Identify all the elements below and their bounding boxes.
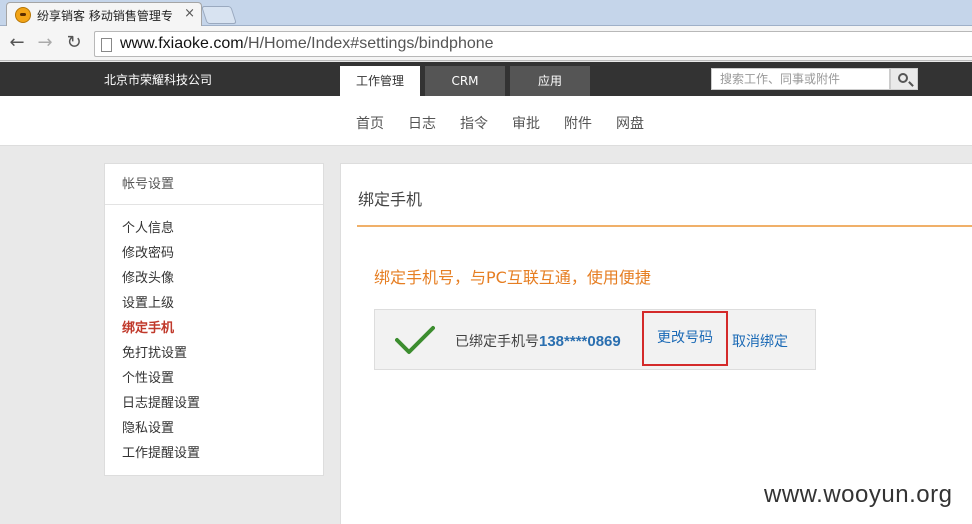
search-button[interactable] bbox=[890, 68, 918, 90]
sidebar-item-set-superior[interactable]: 设置上级 bbox=[105, 291, 323, 316]
company-name: 北京市荣耀科技公司 bbox=[104, 73, 213, 87]
url-text: www.fxiaoke.com/H/Home/Index#settings/bi… bbox=[120, 35, 494, 53]
url-host: www.fxiaoke.com bbox=[120, 35, 244, 52]
forward-icon[interactable]: → bbox=[34, 32, 56, 54]
bound-phone-number: 138****0869 bbox=[539, 333, 621, 350]
promo-text: 绑定手机号，与PC互联互通，使用便捷 bbox=[374, 268, 651, 287]
app-header: 北京市荣耀科技公司 工作管理 CRM 应用 搜索工作、同事或附件 bbox=[0, 62, 972, 96]
sidebar-item-work-reminder[interactable]: 工作提醒设置 bbox=[105, 441, 323, 466]
sub-navigation: 首页 日志 指令 审批 附件 网盘 bbox=[0, 96, 972, 146]
sidebar-item-personalization[interactable]: 个性设置 bbox=[105, 366, 323, 391]
subnav-item-attachment[interactable]: 附件 bbox=[564, 113, 592, 133]
bound-phone-label: 已绑定手机号 bbox=[455, 334, 539, 350]
unbind-phone-link[interactable]: 取消绑定 bbox=[732, 331, 788, 351]
back-icon[interactable]: ← bbox=[6, 32, 28, 54]
page-title: 绑定手机 bbox=[358, 190, 423, 209]
subnav-item-netdisk[interactable]: 网盘 bbox=[616, 113, 644, 133]
sidebar-item-change-avatar[interactable]: 修改头像 bbox=[105, 266, 323, 291]
sidebar-item-do-not-disturb[interactable]: 免打扰设置 bbox=[105, 341, 323, 366]
check-icon bbox=[395, 326, 435, 354]
page-icon bbox=[101, 38, 112, 52]
title-divider bbox=[357, 225, 972, 227]
subnav-item-approval[interactable]: 审批 bbox=[512, 113, 540, 133]
subnav-item-directive[interactable]: 指令 bbox=[460, 113, 488, 133]
bound-phone-text: 已绑定手机号138****0869 bbox=[455, 331, 621, 351]
bound-phone-box: 已绑定手机号138****0869 更改号码 取消绑定 bbox=[374, 309, 816, 370]
sidebar-item-bind-phone[interactable]: 绑定手机 bbox=[105, 316, 323, 341]
close-tab-icon[interactable]: × bbox=[184, 7, 195, 21]
main-panel: 绑定手机 绑定手机号，与PC互联互通，使用便捷 已绑定手机号138****086… bbox=[340, 163, 972, 524]
subnav-item-home[interactable]: 首页 bbox=[356, 113, 384, 133]
watermark: www.wooyun.org bbox=[764, 481, 953, 508]
browser-toolbar: ← → ↻ www.fxiaoke.com/H/Home/Index#setti… bbox=[0, 26, 972, 61]
subnav-item-log[interactable]: 日志 bbox=[408, 113, 436, 133]
tab-crm[interactable]: CRM bbox=[425, 66, 505, 96]
sidebar-item-change-password[interactable]: 修改密码 bbox=[105, 241, 323, 266]
favicon-icon bbox=[15, 7, 31, 23]
sidebar-title: 帐号设置 bbox=[105, 164, 323, 205]
browser-tab-title: 纷享销客 移动销售管理专 bbox=[37, 9, 173, 23]
tab-work-management[interactable]: 工作管理 bbox=[340, 66, 420, 96]
address-bar[interactable]: www.fxiaoke.com/H/Home/Index#settings/bi… bbox=[94, 31, 972, 57]
tab-apps[interactable]: 应用 bbox=[510, 66, 590, 96]
sidebar-item-log-reminder[interactable]: 日志提醒设置 bbox=[105, 391, 323, 416]
new-tab-button[interactable] bbox=[201, 6, 237, 24]
reload-icon[interactable]: ↻ bbox=[63, 32, 85, 54]
browser-tab[interactable]: 纷享销客 移动销售管理专 × bbox=[6, 2, 202, 26]
settings-sidebar: 帐号设置 个人信息 修改密码 修改头像 设置上级 绑定手机 免打扰设置 个性设置… bbox=[104, 163, 324, 476]
search-icon bbox=[898, 73, 908, 83]
url-path: /H/Home/Index#settings/bindphone bbox=[243, 35, 494, 52]
search-input[interactable]: 搜索工作、同事或附件 bbox=[711, 68, 890, 90]
sidebar-item-privacy[interactable]: 隐私设置 bbox=[105, 416, 323, 441]
sidebar-item-personal-info[interactable]: 个人信息 bbox=[105, 216, 323, 241]
browser-tabstrip: 纷享销客 移动销售管理专 × bbox=[0, 0, 972, 26]
change-number-button[interactable]: 更改号码 bbox=[642, 311, 728, 366]
sidebar-list: 个人信息 修改密码 修改头像 设置上级 绑定手机 免打扰设置 个性设置 日志提醒… bbox=[105, 205, 323, 466]
